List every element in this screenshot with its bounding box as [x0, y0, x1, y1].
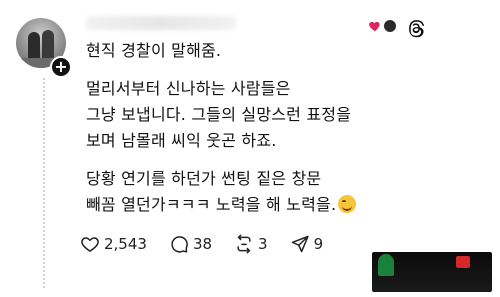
repost-icon [237, 234, 251, 254]
heart-outline-icon [81, 237, 99, 252]
follow-plus-button[interactable]: + [50, 56, 72, 78]
grinning-squinting-face-icon [338, 195, 357, 213]
watermark-logo [372, 252, 492, 292]
post-line: 멀리서부터 신나하는 사람들은 [86, 79, 291, 98]
liked-by-indicator[interactable] [368, 18, 398, 34]
post-action-bar: 2,543 38 3 9 [80, 234, 323, 254]
threads-logo-icon[interactable] [406, 18, 426, 38]
post-line: 당황 연기를 하던가 썬팅 짙은 창문 [86, 169, 322, 188]
share-count: 9 [313, 235, 324, 253]
author-avatar-container[interactable]: + [16, 18, 72, 78]
heart-filled-icon [369, 21, 380, 32]
reply-button[interactable]: 38 [169, 234, 212, 254]
repost-button[interactable]: 3 [234, 234, 268, 254]
watermark-badge [456, 256, 470, 268]
liker-avatar [382, 18, 398, 34]
post-body: 현직 경찰이 말해줌. 멀리서부터 신나하는 사람들은 그냥 보냅니다. 그들의… [86, 38, 446, 218]
post-line-with-emoji: 빼꼼 열던가ㅋㅋㅋ 노력을 해 노력을. [86, 192, 446, 218]
like-count: 2,543 [104, 235, 147, 253]
post-line: 보며 남몰래 씨익 웃곤 하죠. [86, 131, 277, 150]
share-button[interactable]: 9 [290, 234, 324, 254]
post-line: 빼꼼 열던가ㅋㅋㅋ 노력을 해 노력을. [86, 195, 337, 214]
repost-count: 3 [258, 235, 268, 253]
watermark-figure [378, 254, 394, 276]
username-blurred [86, 16, 236, 30]
reply-count: 38 [192, 235, 213, 253]
send-icon [291, 235, 309, 253]
thread-connector-line [43, 78, 45, 288]
speech-bubble-icon [171, 236, 188, 253]
post-line: 그냥 보냅니다. 그들의 실망스런 표정을 [86, 105, 352, 124]
like-button[interactable]: 2,543 [80, 234, 147, 254]
post-line: 현직 경찰이 말해줌. [86, 41, 222, 60]
